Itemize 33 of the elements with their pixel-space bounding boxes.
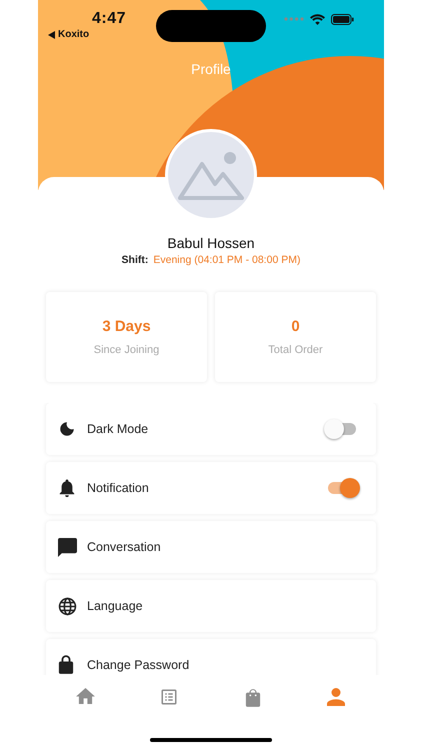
- user-name: Babul Hossen: [167, 235, 255, 251]
- stat-value: 0: [291, 318, 300, 335]
- signal-icon: [284, 17, 304, 21]
- person-icon: [327, 688, 346, 706]
- row-label: Notification: [87, 481, 150, 495]
- battery-icon: [331, 14, 354, 24]
- globe-icon: [58, 596, 77, 616]
- wifi-icon: [310, 14, 325, 24]
- row-label: Conversation: [87, 540, 162, 554]
- home-icon: [76, 688, 96, 705]
- bag-icon: [244, 688, 261, 708]
- stat-label: Since Joining: [94, 344, 160, 356]
- settings-row[interactable]: Change Password: [46, 639, 376, 675]
- settings-row[interactable]: Language: [46, 580, 376, 632]
- back-icon: [48, 30, 55, 38]
- settings-row[interactable]: Notification: [46, 462, 376, 514]
- status-time: 4:47: [92, 10, 126, 28]
- back-link[interactable]: Koxito: [58, 29, 90, 40]
- stat-label: Total Order: [268, 344, 323, 356]
- row-label: Dark Mode: [87, 422, 150, 436]
- shift-value: Evening (04:01 PM - 08:00 PM): [153, 254, 300, 266]
- row-label: Change Password: [87, 658, 190, 672]
- image-icon: [178, 150, 244, 200]
- chat-icon: [58, 538, 77, 556]
- bell-icon: [58, 478, 76, 498]
- stat-value: 3 Days: [102, 318, 151, 335]
- moon-icon: [58, 420, 76, 438]
- shift-label: Shift:: [122, 254, 148, 266]
- settings-row[interactable]: Dark Mode: [46, 403, 376, 455]
- list-icon: [160, 688, 178, 706]
- settings-row[interactable]: Conversation: [46, 521, 376, 573]
- row-label: Language: [87, 599, 144, 613]
- lock-icon: [58, 655, 74, 675]
